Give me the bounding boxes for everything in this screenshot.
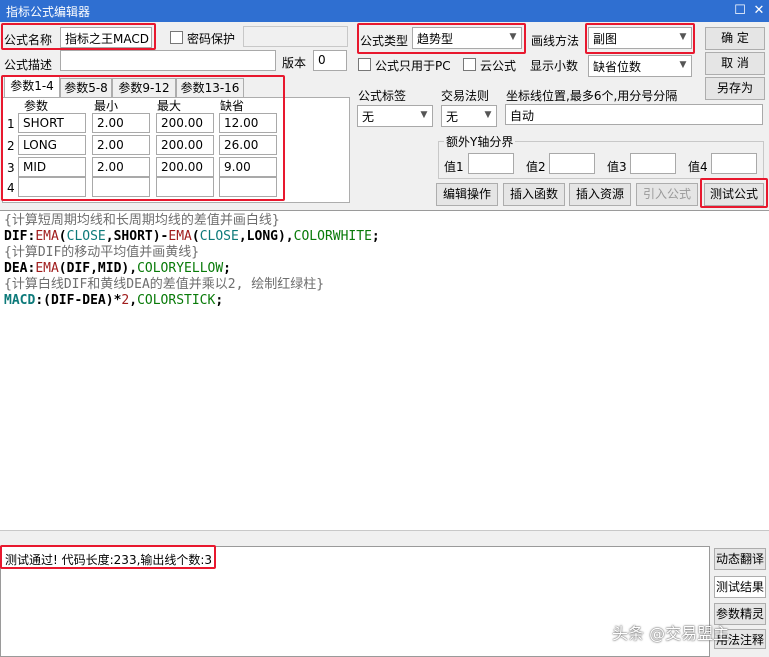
import-formula-button[interactable]: 引入公式	[636, 183, 698, 206]
param-default-input[interactable]: 9.00	[219, 157, 277, 177]
insert-function-button[interactable]: 插入函数	[503, 183, 565, 206]
y-value-3-label: 值3	[607, 160, 627, 174]
code-comment: {计算短周期均线和长周期均线的差值并画白线}	[4, 213, 280, 228]
tab-params-9-12[interactable]: 参数9-12	[112, 78, 176, 98]
chevron-down-icon: ▼	[509, 32, 517, 42]
param-max-input[interactable]: 200.00	[156, 135, 214, 155]
formula-type-label: 公式类型	[360, 34, 409, 48]
password-checkbox[interactable]	[170, 31, 183, 44]
formula-name-input[interactable]: 指标之王MACD	[60, 27, 152, 48]
pc-only-label: 公式只用于PC	[375, 59, 451, 73]
pc-only-checkbox[interactable]	[358, 58, 371, 71]
decimals-value: 缺省位数	[593, 60, 642, 74]
axis-position-label: 坐标线位置,最多6个,用分号分隔	[506, 89, 678, 103]
param-name-input[interactable]	[18, 177, 86, 197]
formula-type-value: 趋势型	[417, 32, 454, 46]
code-line: DIF:EMA(CLOSE,SHORT)-EMA(CLOSE,LONG),COL…	[4, 229, 380, 244]
title-bar: 指标公式编辑器 ☐ ✕	[0, 0, 769, 22]
password-label: 密码保护	[187, 32, 236, 46]
tab-params-13-16[interactable]: 参数13-16	[176, 78, 244, 98]
y-value-4-input[interactable]	[711, 153, 757, 174]
param-max-input[interactable]	[156, 177, 214, 197]
test-result-message: 测试通过! 代码长度:233,输出线个数:3	[5, 553, 213, 567]
param-default-input[interactable]: 26.00	[219, 135, 277, 155]
axis-position-input[interactable]: 自动	[505, 104, 763, 125]
param-max-input[interactable]: 200.00	[156, 113, 214, 133]
close-icon[interactable]: ✕	[750, 2, 768, 20]
test-formula-button[interactable]: 测试公式	[704, 183, 764, 206]
output-panel: 测试通过! 代码长度:233,输出线个数:3	[0, 546, 710, 657]
y-value-2-label: 值2	[526, 160, 546, 174]
y-value-3-input[interactable]	[630, 153, 676, 174]
formula-tag-select[interactable]: 无 ▼	[357, 105, 433, 127]
tab-dynamic-translate[interactable]: 动态翻译	[714, 548, 766, 570]
window-title: 指标公式编辑器	[6, 5, 91, 19]
param-min-input[interactable]	[92, 177, 150, 197]
param-default-input[interactable]	[219, 177, 277, 197]
insert-resource-button[interactable]: 插入资源	[569, 183, 631, 206]
watermark: 头条 @交易盟主	[612, 624, 730, 643]
description-label: 公式描述	[4, 58, 53, 72]
edit-ops-button[interactable]: 编辑操作	[436, 183, 498, 206]
draw-method-value: 副图	[593, 32, 618, 46]
code-line: MACD:(DIF-DEA)*2,COLORSTICK;	[4, 293, 224, 308]
cloud-label: 云公式	[480, 59, 517, 73]
code-comment: {计算白线DIF和黄线DEA的差值并乘以2, 绘制红绿柱}	[4, 277, 325, 292]
code-comment: {计算DIF的移动平均值并画黄线}	[4, 245, 200, 260]
row-index: 1	[7, 117, 15, 131]
cloud-checkbox[interactable]	[463, 58, 476, 71]
formula-name-label: 公式名称	[4, 33, 53, 47]
chevron-down-icon: ▼	[679, 32, 687, 42]
code-line: DEA:EMA(DIF,MID),COLORYELLOW;	[4, 261, 231, 276]
row-index: 2	[7, 139, 15, 153]
col-header-min: 最小	[94, 99, 119, 113]
param-min-input[interactable]: 2.00	[92, 157, 150, 177]
param-name-input[interactable]: LONG	[18, 135, 86, 155]
chevron-down-icon: ▼	[420, 110, 428, 120]
y-value-4-label: 值4	[688, 160, 708, 174]
param-max-input[interactable]: 200.00	[156, 157, 214, 177]
param-name-input[interactable]: SHORT	[18, 113, 86, 133]
col-header-param: 参数	[24, 99, 49, 113]
version-input[interactable]: 0	[313, 50, 347, 71]
chevron-down-icon: ▼	[679, 60, 687, 70]
password-input[interactable]	[243, 26, 348, 47]
chevron-down-icon: ▼	[484, 110, 492, 120]
tab-params-5-8[interactable]: 参数5-8	[60, 78, 112, 98]
row-index: 3	[7, 161, 15, 175]
save-as-button[interactable]: 另存为	[705, 77, 765, 100]
decimals-label: 显示小数	[530, 59, 579, 73]
col-header-default: 缺省	[220, 99, 245, 113]
y-value-1-label: 值1	[444, 160, 464, 174]
param-name-input[interactable]: MID	[18, 157, 86, 177]
cancel-button[interactable]: 取 消	[705, 52, 765, 75]
col-header-max: 最大	[157, 99, 182, 113]
trade-rule-select[interactable]: 无 ▼	[441, 105, 497, 127]
y-boundary-label: 额外Y轴分界	[444, 133, 516, 150]
confirm-button[interactable]: 确 定	[705, 27, 765, 50]
param-default-input[interactable]: 12.00	[219, 113, 277, 133]
formula-type-select[interactable]: 趋势型 ▼	[412, 27, 522, 49]
restore-icon[interactable]: ☐	[731, 2, 749, 20]
draw-method-label: 画线方法	[531, 34, 580, 48]
tab-params-1-4[interactable]: 参数1-4	[4, 76, 60, 98]
version-label: 版本	[282, 56, 307, 70]
param-min-input[interactable]: 2.00	[92, 113, 150, 133]
row-index: 4	[7, 181, 15, 195]
formula-tag-label: 公式标签	[358, 89, 407, 103]
trade-rule-value: 无	[446, 110, 459, 124]
formula-tag-value: 无	[362, 110, 375, 124]
tab-test-result[interactable]: 测试结果	[714, 576, 766, 598]
decimals-select[interactable]: 缺省位数 ▼	[588, 55, 692, 77]
horizontal-scrollbar[interactable]	[0, 530, 769, 546]
y-value-1-input[interactable]	[468, 153, 514, 174]
code-editor[interactable]: {计算短周期均线和长周期均线的差值并画白线} DIF:EMA(CLOSE,SHO…	[0, 210, 769, 530]
y-value-2-input[interactable]	[549, 153, 595, 174]
trade-rule-label: 交易法则	[441, 89, 490, 103]
param-min-input[interactable]: 2.00	[92, 135, 150, 155]
draw-method-select[interactable]: 副图 ▼	[588, 27, 692, 49]
description-input[interactable]	[60, 50, 276, 71]
